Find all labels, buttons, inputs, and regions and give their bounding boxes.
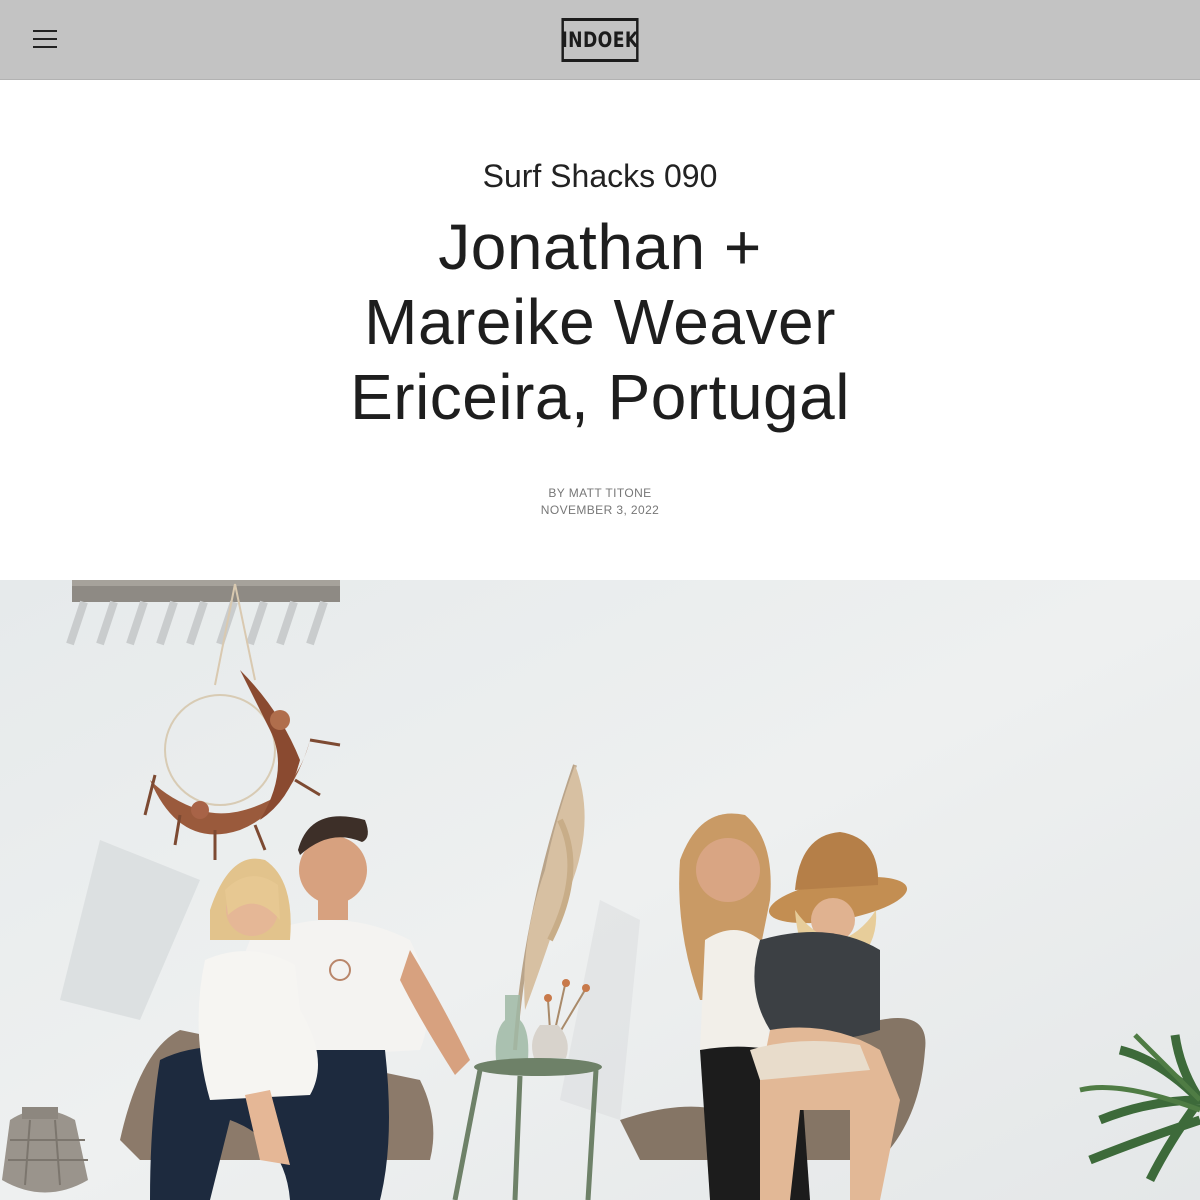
article-meta: BY MATT TITONE NOVEMBER 3, 2022: [0, 485, 1200, 519]
site-logo[interactable]: INDOEK: [561, 18, 639, 62]
article-title-line: Jonathan +: [438, 211, 762, 283]
article-title: Jonathan + Mareike Weaver Ericeira, Port…: [0, 210, 1200, 435]
article-title-line: Ericeira, Portugal: [350, 361, 850, 433]
publish-date: NOVEMBER 3, 2022: [540, 503, 660, 517]
family-portrait-photo: [0, 580, 1200, 1200]
hamburger-menu-icon[interactable]: [33, 27, 59, 51]
author-byline[interactable]: BY MATT TITONE: [0, 485, 1200, 502]
article-series-label[interactable]: Surf Shacks 090: [0, 156, 1200, 196]
article-header: Surf Shacks 090 Jonathan + Mareike Weave…: [0, 80, 1200, 580]
hero-image: [0, 580, 1200, 1200]
menu-line: [33, 38, 57, 40]
menu-line: [33, 46, 57, 48]
menu-line: [33, 30, 57, 32]
article-title-line: Mareike Weaver: [364, 286, 836, 358]
top-nav-bar: INDOEK: [0, 0, 1200, 80]
